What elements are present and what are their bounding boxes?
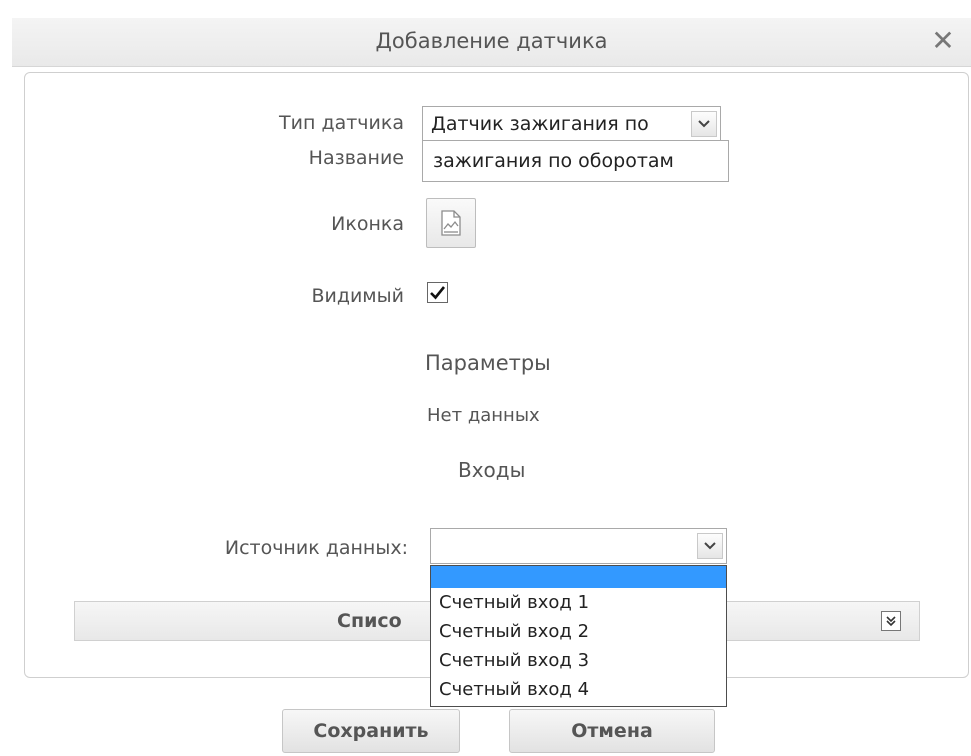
params-empty-text: Нет данных — [427, 405, 540, 426]
chevron-down-icon[interactable] — [697, 533, 723, 559]
list-section-title: Списо — [337, 610, 402, 632]
chevron-down-icon[interactable] — [691, 111, 717, 137]
sensor-type-value: Датчик зажигания по — [431, 113, 649, 135]
dropdown-option[interactable]: Счетный вход 3 — [431, 646, 726, 675]
image-placeholder-icon — [441, 210, 461, 236]
dialog-title: Добавление датчика — [375, 29, 608, 53]
name-label: Название — [308, 147, 404, 169]
dialog-titlebar: Добавление датчика ✕ — [12, 18, 971, 67]
sensor-type-select[interactable]: Датчик зажигания по — [422, 106, 721, 142]
dropdown-option-empty[interactable] — [431, 566, 726, 588]
visible-checkbox[interactable] — [427, 282, 448, 303]
close-icon[interactable]: ✕ — [929, 27, 957, 55]
name-field[interactable]: зажигания по оборотам — [422, 140, 729, 182]
save-button[interactable]: Сохранить — [282, 709, 460, 753]
visible-label: Видимый — [311, 285, 404, 307]
expand-double-chevron-icon[interactable] — [881, 611, 901, 631]
icon-picker-button[interactable] — [426, 198, 476, 248]
check-icon — [430, 286, 446, 300]
dropdown-option[interactable]: Счетный вход 2 — [431, 617, 726, 646]
params-heading: Параметры — [425, 351, 551, 375]
sensor-type-label: Тип датчика — [279, 112, 404, 134]
dropdown-option[interactable]: Счетный вход 4 — [431, 675, 726, 704]
data-source-label: Источник данных: — [224, 537, 408, 559]
dropdown-option[interactable]: Счетный вход 1 — [431, 588, 726, 617]
inputs-heading: Входы — [458, 458, 526, 482]
icon-label: Иконка — [331, 213, 404, 235]
data-source-select[interactable] — [430, 528, 727, 564]
data-source-options: Счетный вход 1 Счетный вход 2 Счетный вх… — [430, 565, 727, 707]
cancel-button[interactable]: Отмена — [509, 709, 715, 753]
